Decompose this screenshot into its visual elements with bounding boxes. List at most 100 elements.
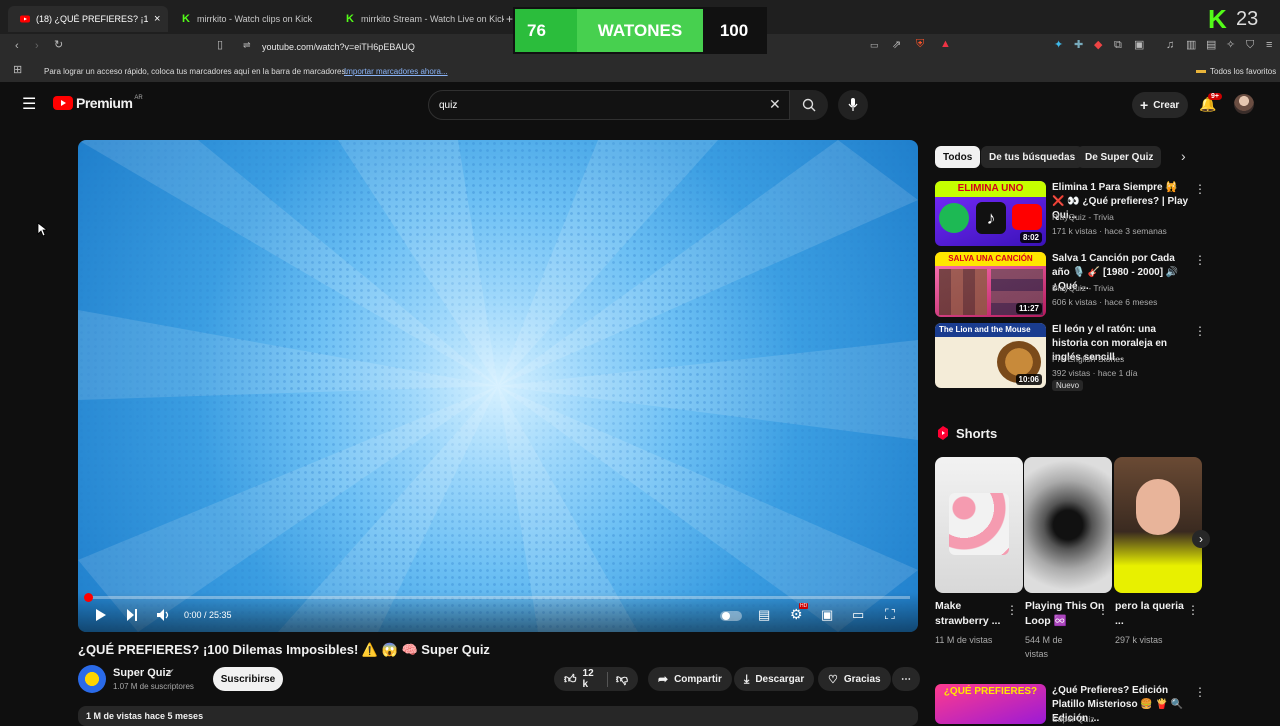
brave-shield-icon[interactable]: ⛨ xyxy=(916,39,924,50)
bookmark-icon[interactable]: ▯ xyxy=(217,40,223,51)
back-icon[interactable]: ‹ xyxy=(15,41,19,52)
extension-icon[interactable]: ✚ xyxy=(1074,40,1083,51)
search-button[interactable] xyxy=(790,90,828,120)
more-options-icon[interactable]: ⋮ xyxy=(1097,603,1109,617)
strawberry-mold xyxy=(949,493,1009,555)
tab-close-icon[interactable]: × xyxy=(154,13,160,25)
related-channel[interactable]: Pro English Stories xyxy=(1052,352,1124,366)
related-thumbnail[interactable]: ¿QUÉ PREFIERES? xyxy=(935,684,1046,724)
search-input[interactable]: quiz xyxy=(439,100,457,111)
cast-icon[interactable]: ▭ xyxy=(870,41,879,50)
more-options-icon[interactable]: ⋮ xyxy=(1006,603,1018,617)
spotify-logo xyxy=(939,203,969,233)
fullscreen-icon[interactable]: ⛶ xyxy=(885,606,895,623)
tab-youtube[interactable]: (18) ¿QUÉ PREFIERES? ¡100 Dilem × xyxy=(8,6,168,32)
address-bar[interactable]: youtube.com/watch?v=eiTH6pEBAUQ xyxy=(262,42,415,52)
share-icon[interactable]: ⇗ xyxy=(892,40,901,51)
leo-icon[interactable]: ✧ xyxy=(1226,40,1235,51)
duration: 10:06 xyxy=(1015,374,1042,385)
avatar[interactable] xyxy=(1234,94,1254,114)
panel-icon[interactable]: ▥ xyxy=(1186,40,1196,51)
subscribe-button[interactable]: Suscribirse xyxy=(213,667,283,691)
thanks-button[interactable]: ♡ Gracias xyxy=(818,667,891,691)
short-thumbnail[interactable] xyxy=(935,457,1023,593)
extension-icon[interactable]: ✦ xyxy=(1054,40,1063,51)
vpn-icon[interactable]: ⛉ xyxy=(1246,40,1254,51)
chevron-right-icon[interactable]: › xyxy=(1181,148,1186,164)
site-info-icon[interactable]: ⇌ xyxy=(243,41,251,50)
media-icon[interactable]: ♫ xyxy=(1166,40,1174,51)
scrubber-handle[interactable] xyxy=(84,593,93,602)
search-icon xyxy=(802,98,816,112)
import-bookmarks-link[interactable]: Importar marcadores ahora... xyxy=(344,67,448,76)
shorts-next-arrow-icon[interactable]: › xyxy=(1192,530,1210,548)
download-button[interactable]: ⤓ Descargar xyxy=(734,667,815,691)
reload-icon[interactable]: ↻ xyxy=(54,40,63,51)
share-button[interactable]: ➦ Compartir xyxy=(648,667,732,691)
more-options-icon[interactable]: ⋮ xyxy=(1194,253,1206,267)
more-options-icon[interactable]: ⋮ xyxy=(1194,324,1206,338)
related-channel[interactable]: Super Quiz xyxy=(1052,712,1095,726)
score-left: 76 xyxy=(515,9,577,52)
short-title[interactable]: pero la queria ... xyxy=(1115,599,1195,629)
youtube-premium-logo[interactable]: Premium AR xyxy=(53,95,143,111)
download-label: Descargar xyxy=(755,673,805,685)
menu-icon[interactable]: ≡ xyxy=(1266,40,1272,51)
create-button[interactable]: + Crear xyxy=(1132,92,1188,118)
more-options-icon[interactable]: ⋮ xyxy=(1194,685,1206,699)
volume-icon[interactable] xyxy=(156,608,170,622)
more-options-icon[interactable]: ⋮ xyxy=(1194,182,1206,196)
description-box[interactable]: 1 M de vistas hace 5 meses xyxy=(78,706,918,726)
related-thumbnail[interactable]: The Lion and the Mouse 10:06 xyxy=(935,323,1046,388)
chip-from-channel[interactable]: De Super Quiz xyxy=(1077,146,1162,168)
score-label: WATONES xyxy=(577,9,703,52)
theater-mode-icon[interactable]: ▭ xyxy=(852,607,864,623)
corner-counter: 23 xyxy=(1236,8,1259,30)
apps-grid-icon[interactable]: ⊞ xyxy=(13,65,22,76)
player-controls: 0:00 / 25:35 ▤ ⚙ HD ▣ ▭ ⛶ xyxy=(78,592,918,632)
more-options-icon[interactable]: ⋮ xyxy=(1187,603,1199,617)
dislike-icon[interactable]: 👎︎ xyxy=(606,671,628,687)
all-favorites[interactable]: Todos los favoritos xyxy=(1210,67,1276,76)
related-channel[interactable]: PlayQuiz - Trivia xyxy=(1052,210,1114,224)
clear-search-icon[interactable]: ✕ xyxy=(769,96,781,113)
kick-favicon-icon: K xyxy=(346,13,354,25)
channel-avatar[interactable] xyxy=(78,665,106,693)
channel-name[interactable]: Super Quiz xyxy=(113,667,171,679)
miniplayer-icon[interactable]: ▣ xyxy=(821,607,833,623)
search-box[interactable]: quiz ✕ xyxy=(428,90,790,120)
extension-icon[interactable]: ◆ xyxy=(1094,40,1102,51)
autoplay-toggle[interactable] xyxy=(720,611,742,621)
related-thumbnail[interactable]: SALVA UNA CANCIÓN 11:27 xyxy=(935,252,1046,317)
subtitles-icon[interactable]: ▤ xyxy=(758,607,770,623)
related-thumbnail[interactable]: ELIMINA UNO ♪ 8:02 xyxy=(935,181,1046,246)
short-thumbnail[interactable] xyxy=(1024,457,1112,593)
voice-search-button[interactable] xyxy=(838,90,868,120)
rewards-icon[interactable]: ▲ xyxy=(940,39,951,50)
tab-kick-clips[interactable]: K mirrkito - Watch clips on Kick xyxy=(170,6,330,32)
hamburger-menu-icon[interactable]: ☰ xyxy=(22,94,36,114)
short-title[interactable]: Make strawberry ... xyxy=(935,599,1015,629)
like-icon[interactable]: 👍︎ xyxy=(564,672,577,687)
puzzle-icon[interactable]: ⧉ xyxy=(1114,40,1122,51)
tab-kick-stream[interactable]: K mirrkito Stream - Watch Live on Kick xyxy=(334,6,504,32)
more-actions-button[interactable]: ⋯ xyxy=(892,667,920,691)
play-icon[interactable] xyxy=(95,608,107,622)
like-count[interactable]: 12 k xyxy=(583,668,595,690)
bookmarks-hint: Para lograr un acceso rápido, coloca tus… xyxy=(44,67,348,76)
shorts-logo-icon xyxy=(938,426,948,440)
chip-all[interactable]: Todos xyxy=(935,146,981,168)
forward-icon[interactable]: › xyxy=(35,41,39,52)
sidebar-icon[interactable]: ▣ xyxy=(1134,40,1144,51)
chip-from-searches[interactable]: De tus búsquedas xyxy=(981,146,1084,168)
wallet-icon[interactable]: ▤ xyxy=(1206,40,1216,51)
next-icon[interactable] xyxy=(126,608,138,622)
short-thumbnail[interactable] xyxy=(1114,457,1202,593)
new-tab-button[interactable]: + xyxy=(506,12,513,26)
thumb-banner: SALVA UNA CANCIÓN xyxy=(935,252,1046,266)
short-title[interactable]: Playing This On Loop ♾️ xyxy=(1025,599,1105,629)
related-channel[interactable]: PlayQuiz - Trivia xyxy=(1052,281,1114,295)
thumb-banner: ELIMINA UNO xyxy=(935,181,1046,197)
video-player[interactable]: 0:00 / 25:35 ▤ ⚙ HD ▣ ▭ ⛶ xyxy=(78,140,918,632)
progress-bar[interactable] xyxy=(84,593,910,602)
